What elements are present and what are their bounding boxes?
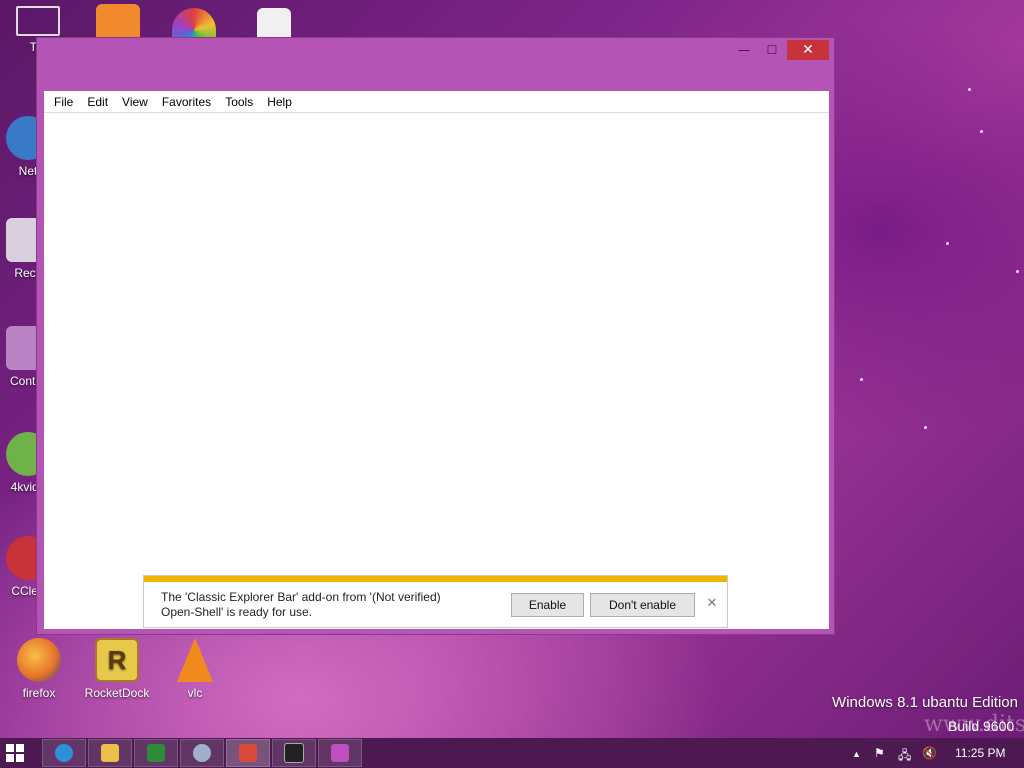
network-icon[interactable]: 🖧	[898, 746, 911, 767]
menu-favorites[interactable]: Favorites	[155, 91, 218, 113]
taskbar-media-app[interactable]	[318, 739, 362, 767]
globe-icon	[193, 744, 211, 762]
notification-message: The 'Classic Explorer Bar' add-on from '…	[161, 590, 491, 620]
taskbar-file-explorer[interactable]	[88, 739, 132, 767]
taskbar-globe-app[interactable]	[180, 739, 224, 767]
desktop-icon-rocketdock[interactable]: R RocketDock	[79, 638, 155, 700]
content-area[interactable]	[44, 113, 829, 629]
media-app-icon	[331, 744, 349, 762]
build-text: Build 9600	[948, 718, 1015, 734]
taskbar: ▲ ⚑ 🖧 🔇 11:25 PM	[0, 738, 1024, 768]
desktop-icon-vlc[interactable]: vlc	[157, 638, 233, 700]
star-decoration	[968, 88, 971, 91]
maximize-button[interactable]: ☐	[759, 40, 785, 60]
menu-file[interactable]: File	[44, 91, 80, 113]
windows-logo-icon	[6, 754, 14, 762]
taskbar-fox-app[interactable]	[226, 739, 270, 767]
taskbar-command-prompt[interactable]	[272, 739, 316, 767]
menu-view[interactable]: View	[115, 91, 155, 113]
desktop-icon-label: firefox	[22, 686, 56, 700]
firefox-icon	[17, 638, 61, 682]
star-decoration	[946, 242, 949, 245]
menu-help[interactable]: Help	[260, 91, 299, 113]
desktop-icon-firefox[interactable]: firefox	[1, 638, 77, 700]
vlc-cone-icon	[177, 638, 213, 682]
star-decoration	[860, 378, 863, 381]
menu-tools[interactable]: Tools	[218, 91, 260, 113]
internet-explorer-icon	[55, 744, 73, 762]
dont-enable-button[interactable]: Don't enable	[590, 593, 695, 617]
menu-bar: File Edit View Favorites Tools Help	[44, 91, 829, 113]
windows-logo-icon	[6, 744, 14, 752]
star-decoration	[1016, 270, 1019, 273]
close-button[interactable]: ✕	[787, 40, 829, 60]
desktop-icon-label: vlc	[187, 686, 203, 700]
explorer-window: — ☐ ✕ File Edit View Favorites Tools Help	[36, 37, 835, 635]
taskbar-internet-explorer[interactable]	[42, 739, 86, 767]
notification-message-line2: Open-Shell' is ready for use.	[161, 605, 313, 619]
windows-logo-icon	[16, 754, 24, 762]
folder-icon	[101, 744, 119, 762]
addon-notification-bar: The 'Classic Explorer Bar' add-on from '…	[143, 575, 728, 628]
fox-icon	[239, 744, 257, 762]
star-decoration	[980, 130, 983, 133]
taskbar-excel[interactable]	[134, 739, 178, 767]
command-prompt-icon	[284, 743, 304, 763]
clock[interactable]: 11:25 PM	[955, 746, 1005, 760]
show-hidden-icons-arrow[interactable]: ▲	[852, 749, 861, 759]
notification-close-icon[interactable]: ✕	[704, 594, 720, 614]
edition-text: Windows 8.1 ubantu Edition	[832, 694, 1018, 711]
desktop-icon-label: RocketDock	[84, 686, 150, 700]
action-center-flag-icon[interactable]: ⚑	[874, 746, 885, 760]
minimize-button[interactable]: —	[731, 40, 757, 60]
notification-message-line1: The 'Classic Explorer Bar' add-on from '…	[161, 590, 441, 604]
rocketdock-icon: R	[95, 638, 139, 682]
excel-icon	[147, 744, 165, 762]
monitor-icon	[16, 6, 60, 36]
notification-accent-strip	[144, 576, 727, 582]
star-decoration	[924, 426, 927, 429]
start-button[interactable]	[6, 744, 24, 762]
menu-edit[interactable]: Edit	[80, 91, 115, 113]
enable-button[interactable]: Enable	[511, 593, 584, 617]
windows-logo-icon	[16, 744, 24, 752]
volume-muted-icon[interactable]: 🔇	[922, 746, 937, 760]
